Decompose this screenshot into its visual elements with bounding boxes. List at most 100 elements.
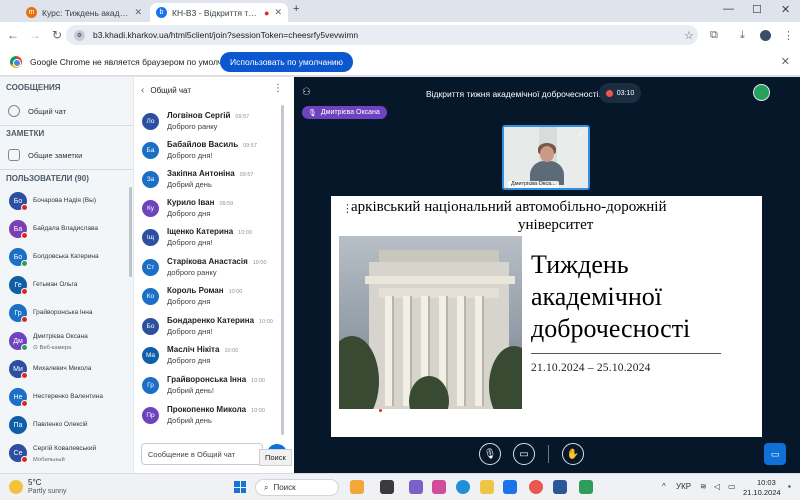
user-list-toggle-icon[interactable]: ⚇ [302, 87, 311, 98]
store-app-icon[interactable] [503, 480, 517, 494]
user-item[interactable]: Ба Байдала Владислава [9, 218, 127, 242]
user-item[interactable]: Бо Бочарова Надія (Вы) [9, 190, 127, 214]
chrome-menu-icon[interactable]: ⋮ [783, 22, 794, 48]
message-author: Закіпна Антоніна 09:57 [167, 169, 254, 178]
user-item[interactable]: Се Сергій Ковалевський Мобильный [9, 442, 127, 466]
slide-university-line1: арківський національний автомобільно-дор… [351, 199, 667, 215]
message-author: Старікова Анастасія 10:00 [167, 257, 267, 266]
volume-icon[interactable]: ◁ [714, 482, 720, 491]
extensions-icon[interactable]: ⧉ [710, 22, 718, 48]
windows-start-icon[interactable] [234, 481, 246, 493]
chrome-logo-icon [10, 56, 22, 68]
options-menu-icon[interactable] [753, 84, 770, 101]
message-author: Грайворонська Інна 10:00 [167, 375, 265, 384]
user-item[interactable]: Дм Дмитрієва Оксана ⊙ Веб-камера [9, 330, 127, 354]
user-name: Павленко Олексій [33, 421, 88, 428]
public-chat-item[interactable]: Общий чат [8, 105, 66, 117]
message-time: 09:59 [219, 201, 234, 207]
browser-tab-course[interactable]: m Курс: Тиждень академічної д ✕ [20, 3, 148, 22]
reload-icon[interactable]: ↻ [46, 28, 68, 42]
clock-time[interactable]: 10:03 [757, 478, 776, 487]
user-item[interactable]: Па Павленко Олексій [9, 414, 127, 438]
notes-icon [8, 149, 20, 161]
site-info-icon[interactable]: ⚙ [74, 29, 85, 41]
taskbar-search[interactable]: ⌕ Поиск [255, 479, 339, 496]
user-item[interactable]: Бо Болдовська Катерина [9, 246, 127, 270]
notifications-icon[interactable]: ▪ [788, 482, 791, 491]
set-default-button[interactable]: Использовать по умолчанию [220, 52, 354, 72]
chat-message-input[interactable]: Сообщение в Общий чат [141, 443, 263, 465]
toggle-camera-button[interactable]: ▭ [513, 443, 535, 465]
slide-title-line: академічної [531, 282, 662, 311]
chat-message: За Закіпна Антоніна 09:57 Добрий день [142, 169, 282, 198]
user-item[interactable]: Не Нестеренко Валентина [9, 386, 127, 410]
message-time: 10:00 [224, 348, 239, 354]
message-text: Доброго дня! [167, 238, 213, 247]
show-hidden-icons[interactable]: ^ [662, 482, 666, 491]
presentation-toggle-button[interactable]: ▭ [764, 443, 786, 465]
message-author: Король Роман 10:00 [167, 286, 243, 295]
user-item[interactable]: Ми Михалевич Микола [9, 358, 127, 382]
avatar: Пр [142, 407, 159, 424]
close-infobar-icon[interactable]: ✕ [781, 55, 790, 68]
microphone-off-icon: 🎙 [483, 448, 497, 460]
recording-indicator[interactable]: 03:10 [599, 83, 641, 103]
message-text: Доброго дня! [167, 151, 213, 160]
close-tab-icon[interactable]: ✕ [274, 7, 282, 18]
app-icon[interactable] [579, 480, 593, 494]
chrome-app-icon[interactable] [529, 480, 543, 494]
maximize-button[interactable]: ☐ [752, 3, 762, 16]
teams-app-icon[interactable] [409, 480, 423, 494]
avatar: Іщ [142, 229, 159, 246]
weather-sun-icon[interactable] [9, 480, 23, 494]
close-tab-icon[interactable]: ✕ [134, 7, 142, 18]
word-app-icon[interactable] [553, 480, 567, 494]
wifi-icon[interactable]: ≋ [700, 482, 707, 491]
user-item[interactable]: Гр Грайворонська Інна [9, 302, 127, 326]
fullscreen-icon[interactable]: ⤢ [579, 130, 585, 138]
slide-title-line: доброчесності [531, 314, 691, 343]
close-window-button[interactable]: ✕ [781, 3, 790, 16]
university-building-image [339, 236, 522, 409]
slide-dates: 21.10.2024 – 25.10.2024 [531, 362, 651, 374]
talking-indicator: 🎙 Дмитрієва Оксана [302, 106, 387, 119]
chat-message: Ба Бабайлов Василь 09:57 Доброго дня! [142, 140, 282, 169]
profile-avatar-icon[interactable] [760, 22, 771, 48]
avatar: Ба [142, 142, 159, 159]
language-indicator[interactable]: УКР [676, 482, 691, 491]
browser-tab-meeting[interactable]: b КН-В3 - Відкриття тижня а ● ✕ [150, 3, 288, 22]
chat-panel: ‹ Общий чат ⋮ Ло Логвінов Сергій 09:57 До… [133, 77, 294, 473]
forward-arrow-icon[interactable]: → [24, 28, 46, 42]
address-bar[interactable]: ⚙ b3.khadi.kharkov.ua/html5client/join?s… [66, 25, 698, 45]
chat-options-icon[interactable]: ⋮ [273, 83, 283, 94]
edge-browser-icon[interactable] [456, 480, 470, 494]
user-name: Бочарова Надія (Вы) [33, 197, 96, 204]
widgets-app-icon[interactable] [350, 480, 364, 494]
chat-message: Гр Грайворонська Інна 10:00 Добрий день! [142, 375, 282, 404]
shared-notes-item[interactable]: Общие заметки [8, 149, 82, 161]
back-arrow-icon[interactable]: ← [2, 28, 24, 42]
user-item[interactable]: Ге Гетьман Ольга [9, 274, 127, 298]
mute-microphone-button[interactable]: 🎙 [479, 443, 501, 465]
infobar-message: Google Chrome не является браузером по у… [30, 57, 243, 67]
chat-scrollbar[interactable] [281, 105, 284, 435]
browser-tab-strip: m Курс: Тиждень академічної д ✕ b КН-В3 … [0, 0, 800, 22]
task-view-icon[interactable] [380, 480, 394, 494]
clock-date[interactable]: 21.10.2024 [743, 488, 781, 497]
user-status: Мобильный [33, 457, 65, 463]
webcam-tile[interactable]: ⤢ Дмитрієва Окса... [502, 125, 590, 190]
webcam-person [540, 146, 554, 162]
chevron-left-icon[interactable]: ‹ [141, 85, 144, 96]
app-icon[interactable] [432, 480, 446, 494]
file-explorer-icon[interactable] [480, 480, 494, 494]
battery-icon[interactable]: ▭ [728, 482, 736, 491]
user-list-scrollbar[interactable] [129, 187, 132, 277]
raise-hand-button[interactable]: ✋ [562, 443, 584, 465]
recording-time: 03:10 [616, 89, 635, 97]
bookmark-star-icon[interactable]: ☆ [684, 22, 694, 48]
message-author: Бондаренко Катерина 10:00 [167, 316, 273, 325]
download-icon[interactable]: ⤓ [740, 22, 745, 48]
new-tab-button[interactable]: + [293, 3, 299, 15]
minimize-button[interactable]: — [723, 3, 734, 15]
slide-title-line: Тиждень [531, 250, 629, 279]
